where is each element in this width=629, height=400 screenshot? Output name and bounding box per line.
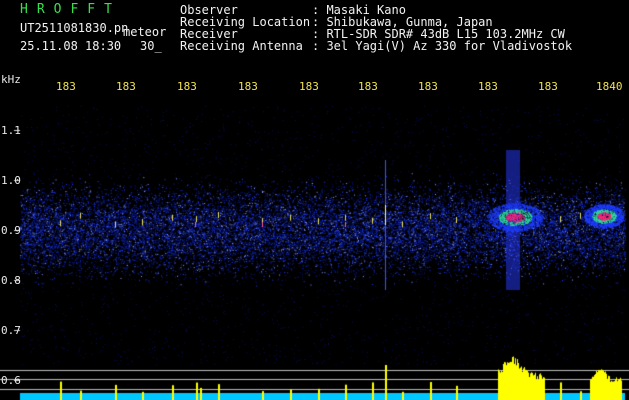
mode-label: meteor [123, 25, 167, 39]
y-tick-label: 1.1 [1, 124, 21, 137]
time-label: 1840 [596, 80, 623, 93]
duration: 30_ [140, 39, 162, 53]
file-name: UT2511081830.pn [20, 21, 129, 35]
antenna-value: : 3el Yagi(V) Az 330 for Vladivostok [312, 39, 573, 53]
time-label: 183 [177, 80, 197, 93]
time-label: 183 [116, 80, 136, 93]
time-label: 183 [418, 80, 438, 93]
time-label: 183 [299, 80, 319, 93]
time-label: 183 [56, 80, 76, 93]
y-tick-label: 0.6 [1, 374, 21, 387]
y-tick-label: 0.7 [1, 324, 21, 337]
datetime: 25.11.08 18:30 [20, 39, 122, 53]
time-label: 183 [238, 80, 258, 93]
antenna-label: Receiving Antenna [180, 39, 303, 53]
y-tick-label: 0.8 [1, 274, 21, 287]
time-label: 183 [358, 80, 378, 93]
y-tick-label: 0.9 [1, 224, 21, 237]
y-tick-label: 1.0 [1, 174, 21, 187]
time-label: 183 [478, 80, 498, 93]
spectrogram-canvas [0, 0, 629, 400]
unit-label: kHz [1, 73, 21, 86]
time-label: 183 [538, 80, 558, 93]
station-name: HROFFT [20, 2, 121, 17]
